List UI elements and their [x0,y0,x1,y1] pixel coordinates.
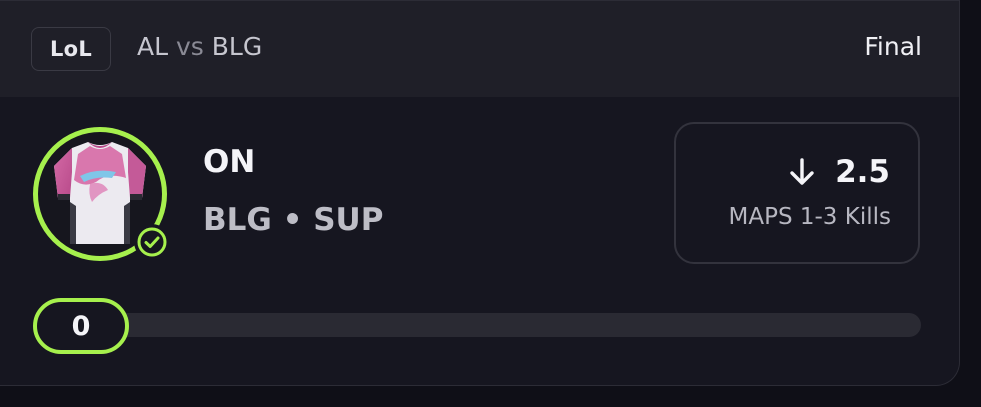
player-team-position: BLG • SUP [203,202,384,238]
team-a-label: AL [137,32,169,61]
pick-line: 2.5 [789,154,890,190]
arrow-down-icon [790,158,814,185]
pick-stat-label: MAPS 1-3 Kills [728,204,891,230]
card-header: LoL AL vs BLG Final [0,1,959,97]
game-badge: LoL [31,27,111,71]
progress-value-pill: 0 [33,298,129,354]
progress-track [36,313,921,337]
pick-card[interactable]: LoL AL vs BLG Final ON BLG • SUP 2.5 MAP… [0,0,960,386]
team-b-label: BLG [211,32,263,61]
player-avatar [33,127,170,261]
vs-label: vs [175,32,204,61]
matchup: AL vs BLG [137,32,262,61]
player-name: ON [203,144,256,180]
check-circle-icon [134,224,170,260]
pick-line-value: 2.5 [835,154,890,190]
pick-line-box[interactable]: 2.5 MAPS 1-3 Kills [674,122,920,264]
match-status: Final [864,32,922,61]
